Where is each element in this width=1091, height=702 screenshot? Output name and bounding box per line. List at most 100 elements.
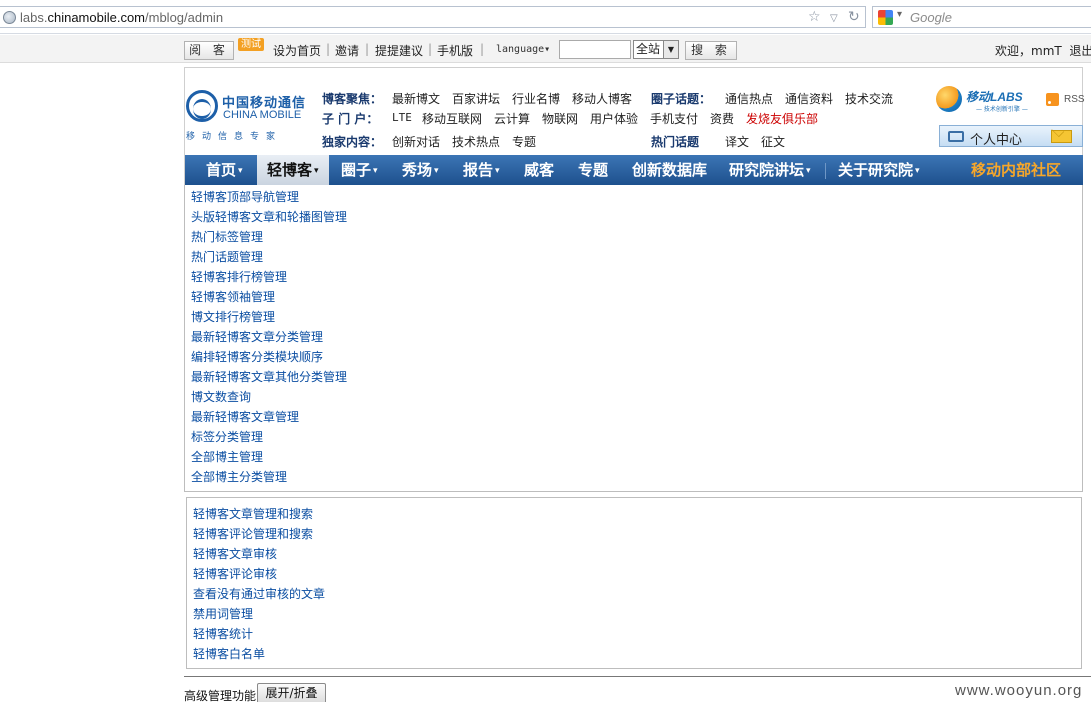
admin-menu-link[interactable]: 热门标签管理 [191, 227, 347, 247]
browser-toolbar: labs.chinamobile.com/mblog/admin ☆ ▽ ↻ ▾… [0, 0, 1091, 34]
header-link[interactable]: 手机支付 [650, 110, 698, 127]
admin-menu-link[interactable]: 轻博客文章管理和搜索 [193, 504, 325, 524]
admin-menu-link[interactable]: 轻博客领袖管理 [191, 287, 347, 307]
header-link[interactable]: 用户体验 [590, 110, 638, 127]
select-arrow-icon[interactable]: ▼ [663, 41, 678, 58]
admin-menu-link[interactable]: 编排轻博客分类模块顺序 [191, 347, 347, 367]
labs-logo[interactable]: 移动LABS — 技术创新引擎 — [936, 84, 1036, 114]
language-dropdown[interactable]: language▾ [496, 44, 550, 55]
header-link[interactable]: 云计算 [494, 110, 530, 127]
top-utility-bar: 阅 客 测试 设为首页 | 邀请 | 提提建议 | 手机版 | language… [0, 35, 1091, 63]
admin-menu-link[interactable]: 最新轻博客文章管理 [191, 407, 347, 427]
globe-icon [3, 11, 16, 24]
logo-slogan: 移动信息专家 [186, 132, 283, 142]
admin-menu-link[interactable]: 最新轻博客文章其他分类管理 [191, 367, 347, 387]
nav-internal-community[interactable]: 移动内部社区 [971, 155, 1061, 186]
china-mobile-logo-icon[interactable] [186, 90, 218, 122]
logo-english[interactable]: CHINA MOBILE [223, 109, 301, 121]
light-blog-admin-menu: 轻博客顶部导航管理 头版轻博客文章和轮播图管理 热门标签管理 热门话题管理 轻博客排行榜… [184, 185, 1083, 492]
blog-focus-heading: 博客聚焦： [322, 92, 383, 106]
admin-menu-link[interactable]: 最新轻博客文章分类管理 [191, 327, 347, 347]
nav-forum[interactable]: 研究院讲坛 ▾ [729, 155, 811, 186]
suggest-link[interactable]: 提提建议 [375, 42, 423, 59]
labs-globe-icon [936, 86, 962, 112]
nav-home[interactable]: 首页 ▾ [206, 155, 243, 186]
header-link[interactable]: 移动互联网 [422, 110, 482, 127]
header-link[interactable]: 最新博文 [392, 90, 440, 107]
admin-menu-link[interactable]: 轻博客文章审核 [193, 544, 325, 564]
main-navigation: 首页 ▾ 轻博客 ▾ 圈子 ▾ 秀场 ▾ 报告 ▾ 威客 专题 创新数据库 研究院讲坛 ▾ … [185, 155, 1083, 186]
admin-menu-link[interactable]: 头版轻博客文章和轮播图管理 [191, 207, 347, 227]
admin-menu-link[interactable]: 博文排行榜管理 [191, 307, 347, 327]
header-link[interactable]: LTE [392, 111, 412, 124]
site-header: 中国移动通信 CHINA MOBILE 移动信息专家 博客聚焦： 最新博文 百家… [184, 67, 1085, 195]
header-link[interactable]: 征文 [761, 133, 785, 150]
admin-menu-link[interactable]: 热门话题管理 [191, 247, 347, 267]
computer-icon [948, 131, 964, 142]
admin-menu-link[interactable]: 全部博主分类管理 [191, 467, 347, 487]
admin-menu-link[interactable]: 轻博客评论管理和搜索 [193, 524, 325, 544]
nav-innovation-db[interactable]: 创新数据库 [632, 155, 707, 186]
admin-menu-link[interactable]: 轻博客统计 [193, 624, 325, 644]
invite-link[interactable]: 邀请 [335, 42, 359, 59]
header-link[interactable]: 专题 [512, 133, 536, 150]
header-link[interactable]: 资费 [710, 110, 734, 127]
header-link[interactable]: 物联网 [542, 110, 578, 127]
set-homepage-link[interactable]: 设为首页 [273, 42, 321, 59]
admin-menu-link[interactable]: 标签分类管理 [191, 427, 347, 447]
admin-menu-link[interactable]: 轻博客白名单 [193, 644, 325, 664]
header-link[interactable]: 百家讲坛 [452, 90, 500, 107]
logout-link[interactable]: 退出 [1069, 44, 1091, 58]
google-logo-icon[interactable] [878, 10, 893, 25]
nav-witkey[interactable]: 威客 [524, 155, 554, 186]
separator: | [480, 42, 485, 56]
header-link[interactable]: 通信资料 [785, 90, 833, 107]
address-bar[interactable]: labs.chinamobile.com/mblog/admin ☆ ▽ ↻ [0, 6, 866, 28]
rss-icon[interactable] [1046, 93, 1059, 106]
separator: | [428, 42, 433, 56]
site-search-input[interactable] [559, 40, 631, 59]
admin-menu-list: 轻博客顶部导航管理 头版轻博客文章和轮播图管理 热门标签管理 热门话题管理 轻博客排行榜… [191, 187, 347, 487]
header-link[interactable]: 技术交流 [845, 90, 893, 107]
content-moderation-menu: 轻博客文章管理和搜索 轻博客评论管理和搜索 轻博客文章审核 轻博客评论审核 查看没有通过… [186, 497, 1082, 669]
mobile-version-link[interactable]: 手机版 [437, 42, 473, 59]
nav-showcase[interactable]: 秀场 ▾ [402, 155, 439, 186]
url-text[interactable]: labs.chinamobile.com/mblog/admin [20, 10, 223, 25]
bookmark-star-icon[interactable]: ☆ [808, 9, 821, 25]
nav-light-blog[interactable]: 轻博客 ▾ [257, 155, 329, 186]
nav-reports[interactable]: 报告 ▾ [463, 155, 500, 186]
header-link[interactable]: 发烧友俱乐部 [746, 110, 818, 127]
search-button[interactable]: 搜 索 [685, 41, 737, 60]
rss-label[interactable]: RSS [1064, 94, 1085, 105]
header-link[interactable]: 通信热点 [725, 90, 773, 107]
reload-icon[interactable]: ↻ [848, 9, 860, 25]
header-link[interactable]: 创新对话 [392, 133, 440, 150]
nav-about[interactable]: 关于研究院 ▾ [838, 155, 920, 186]
personal-center-button[interactable]: 个人中心 [939, 125, 1083, 148]
engine-dropdown-icon[interactable]: ▾ [897, 9, 902, 20]
search-scope-select[interactable]: 全站 ▼ [633, 40, 679, 59]
moderation-menu-list: 轻博客文章管理和搜索 轻博客评论管理和搜索 轻博客文章审核 轻博客评论审核 查看没有通过… [193, 504, 325, 664]
admin-menu-link[interactable]: 轻博客排行榜管理 [191, 267, 347, 287]
nav-circle[interactable]: 圈子 ▾ [341, 155, 378, 186]
read-button[interactable]: 阅 客 [184, 41, 234, 60]
header-link[interactable]: 译文 [725, 133, 749, 150]
header-link[interactable]: 行业名博 [512, 90, 560, 107]
admin-menu-link[interactable]: 全部博主管理 [191, 447, 347, 467]
hot-topics-heading: 热门话题 [651, 135, 700, 149]
nav-topics[interactable]: 专题 [578, 155, 608, 186]
header-link[interactable]: 移动人博客 [572, 90, 632, 107]
welcome-text: 欢迎，mmT 退出 [995, 42, 1091, 59]
admin-menu-link[interactable]: 轻博客评论审核 [193, 564, 325, 584]
exclusive-content-heading: 独家内容： [322, 135, 383, 149]
admin-menu-link[interactable]: 查看没有通过审核的文章 [193, 584, 325, 604]
mail-icon[interactable] [1051, 130, 1072, 143]
divider [184, 676, 1091, 677]
expand-collapse-button[interactable]: 展开/折叠 [257, 683, 326, 702]
dropdown-arrow-icon[interactable]: ▽ [830, 11, 838, 27]
browser-search-box[interactable]: ▾ Google [872, 6, 1091, 28]
admin-menu-link[interactable]: 博文数查询 [191, 387, 347, 407]
admin-menu-link[interactable]: 轻博客顶部导航管理 [191, 187, 347, 207]
admin-menu-link[interactable]: 禁用词管理 [193, 604, 325, 624]
header-link[interactable]: 技术热点 [452, 133, 500, 150]
